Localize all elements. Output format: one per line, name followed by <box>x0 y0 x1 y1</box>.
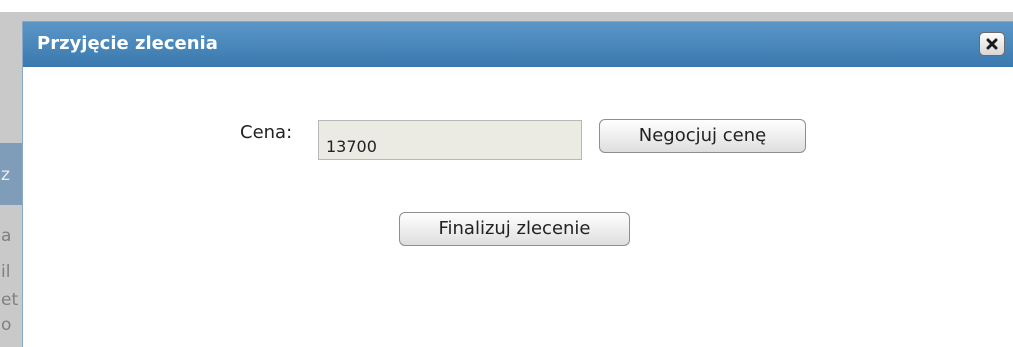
price-input[interactable] <box>318 120 582 160</box>
negotiate-price-button[interactable]: Negocjuj cenę <box>599 119 806 153</box>
background-text-fragment: z <box>1 165 10 185</box>
dialog-titlebar[interactable]: Przyjęcie zlecenia <box>23 21 1013 67</box>
close-button[interactable] <box>979 32 1005 56</box>
background-text-fragment: o <box>1 315 12 335</box>
background-panel: z <box>0 143 24 205</box>
background-text-fragment: il <box>1 262 11 282</box>
dialog-title: Przyjęcie zlecenia <box>37 33 218 54</box>
finalize-order-button[interactable]: Finalizuj zlecenie <box>399 212 630 246</box>
background-text-fragment: a <box>1 226 12 246</box>
order-acceptance-dialog: Przyjęcie zlecenia Cena: Negocjuj cenę F… <box>22 21 1013 347</box>
background-text-fragment: et <box>1 290 19 310</box>
background-top-strip <box>0 0 1013 12</box>
close-icon <box>986 38 998 50</box>
price-label: Cena: <box>240 122 293 143</box>
